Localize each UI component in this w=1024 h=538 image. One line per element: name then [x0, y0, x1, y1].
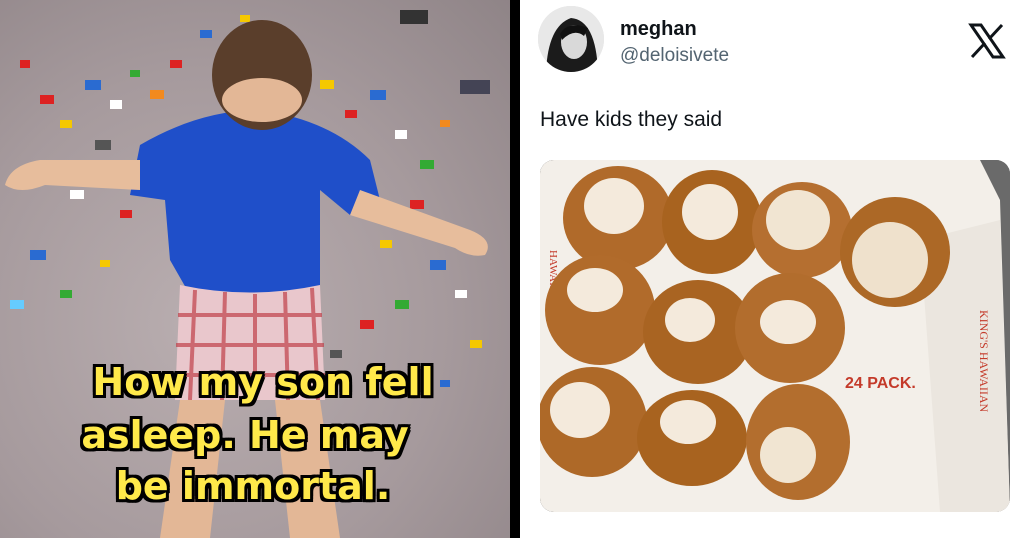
tweet-text: Have kids they said	[540, 108, 723, 131]
display-name[interactable]: meghan	[620, 18, 697, 41]
tweet-photo[interactable]: KING'S HAWAIIAN HAWAIIAN 24 PACK.	[540, 160, 1010, 512]
x-logo-icon[interactable]	[968, 22, 1006, 60]
caption-line: How my son fell	[92, 360, 434, 404]
tweet-card: meghan @deloisivete Have kids they said …	[520, 0, 1024, 538]
box-pack-text: 24 PACK.	[845, 375, 916, 392]
left-photo: How my son fell asleep. He may be immort…	[0, 0, 510, 538]
panel-divider	[510, 0, 520, 538]
user-handle[interactable]: @deloisivete	[620, 45, 729, 67]
blue-shirt	[130, 110, 380, 297]
caption-line: be immortal.	[115, 464, 391, 508]
hawaiian-rolls-photo: KING'S HAWAIIAN HAWAIIAN 24 PACK.	[540, 160, 1010, 512]
caption-line: asleep. He may	[81, 413, 409, 457]
left-arm	[5, 160, 140, 190]
box-brand-text: KING'S HAWAIIAN	[977, 310, 991, 413]
right-arm	[350, 190, 488, 256]
avatar[interactable]	[538, 6, 604, 72]
sleeping-child-photo	[5, 10, 490, 538]
